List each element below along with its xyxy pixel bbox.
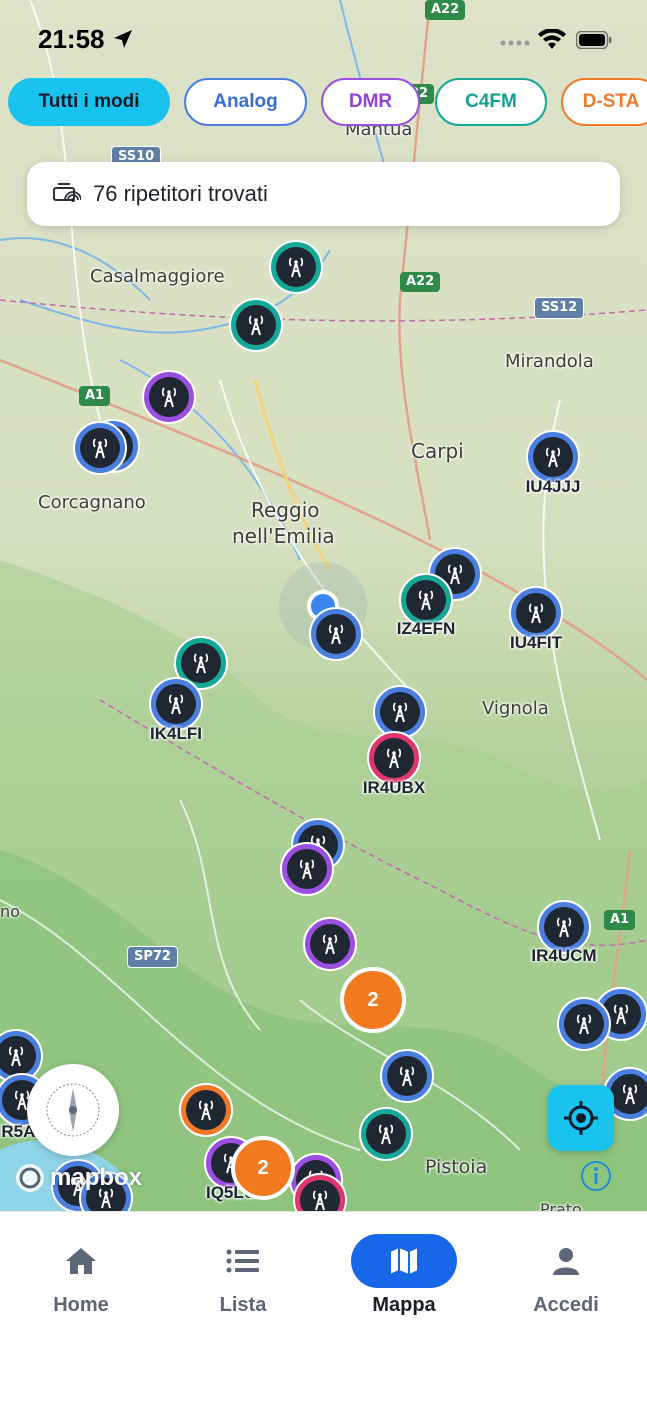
road-shield: A1 [604,910,636,930]
compass-icon[interactable] [27,1064,119,1156]
info-icon[interactable] [580,1160,612,1192]
place-label: nell'Emilia [232,524,335,548]
road-shield: A1 [79,386,111,406]
repeater-cluster[interactable]: 2 [231,1136,295,1200]
mapbox-logo: mapbox [14,1162,142,1194]
locate-me-button[interactable] [548,1085,614,1151]
clock: 21:58 [38,24,105,54]
tab-mappa[interactable]: Mappa [334,1234,474,1317]
mode-filter-bar: Tutti i modi Analog DMR C4FM D-STA [8,78,647,128]
repeater-marker[interactable] [280,842,334,896]
radio-tower-icon [156,684,196,724]
repeater-marker[interactable] [309,607,363,661]
bottom-tab-bar: Home Lista Mappa Accedi [0,1211,647,1401]
radio-tower-icon [610,1074,647,1114]
radio-tower-icon [544,907,584,947]
repeater-label: IR4UBX [362,778,426,797]
place-label: Vignola [482,698,549,719]
road-shield: SP72 [127,946,178,968]
radio-tower-icon [300,1180,340,1211]
results-count-text: 76 ripetitori trovati [93,181,268,206]
tab-home[interactable]: Home [11,1234,151,1317]
repeater-marker[interactable] [179,1083,233,1137]
repeater-marker[interactable] [526,430,580,484]
repeater-marker[interactable] [367,731,421,785]
repeater-marker[interactable] [142,370,196,424]
repeater-label: IU4FIT [510,633,562,652]
tab-label: Lista [219,1294,267,1316]
home-icon [66,1248,96,1274]
filter-all-modes[interactable]: Tutti i modi [8,78,170,126]
radio-tower-icon [149,377,189,417]
repeater-marker[interactable] [73,421,127,475]
repeater-marker[interactable] [509,586,563,640]
radio-tower-icon [516,593,556,633]
radio-tower-icon [316,614,356,654]
tab-label: Home [53,1294,109,1316]
status-bar: 21:58 [0,0,647,80]
place-label: Carpi [411,439,464,463]
road-shield: A22 [400,272,441,292]
radio-tower-icon [181,643,221,683]
place-label: Prato [540,1200,582,1211]
list-icon [226,1249,259,1273]
radio-tower-icon [236,305,276,345]
radio-tower-icon [387,1056,427,1096]
road-shield: SS12 [534,297,585,319]
radio-tower-icon [310,924,350,964]
repeater-label: IZ4EFN [396,619,456,638]
crosshair-icon [564,1101,598,1135]
wifi-icon [538,29,566,49]
filter-dstar[interactable]: D-STA [561,78,647,126]
repeater-marker[interactable] [359,1107,413,1161]
repeater-marker[interactable] [380,1049,434,1103]
map-icon [389,1245,419,1277]
repeater-label: IR4UCM [531,946,597,965]
person-icon [553,1248,579,1275]
cellular-signal-icon [500,40,530,46]
radio-tower-icon [380,692,420,732]
repeater-label: IU4JJJ [525,477,581,496]
battery-icon [576,31,612,49]
place-label: Pistoia [425,1156,488,1178]
radio-tower-icon [287,849,327,889]
radio-tower-icon [186,1090,226,1130]
repeater-marker[interactable] [269,240,323,294]
place-label: no [0,902,20,921]
tab-lista[interactable]: Lista [173,1234,313,1317]
repeater-marker[interactable] [229,298,283,352]
tab-label: Mappa [372,1294,436,1316]
repeater-icon [53,183,81,202]
radio-tower-icon [533,437,573,477]
location-arrow-icon [114,30,132,48]
place-label: Corcagnano [38,492,146,513]
tab-accedi[interactable]: Accedi [496,1234,636,1317]
tab-label: Accedi [533,1294,599,1316]
radio-tower-icon [366,1114,406,1154]
radio-tower-icon [80,428,120,468]
place-label: Reggio [251,498,320,522]
radio-tower-icon [564,1004,604,1044]
repeater-cluster[interactable]: 2 [340,967,406,1033]
place-label: Mirandola [505,351,594,372]
radio-tower-icon [374,738,414,778]
repeater-marker[interactable] [149,677,203,731]
radio-tower-icon [276,247,316,287]
place-label: Casalmaggiore [90,266,225,287]
filter-c4fm[interactable]: C4FM [435,78,547,126]
radio-tower-icon [406,580,446,620]
repeater-marker[interactable] [557,997,611,1051]
filter-analog[interactable]: Analog [184,78,307,126]
results-count-card: 76 ripetitori trovati [27,162,620,226]
repeater-marker[interactable] [303,917,357,971]
filter-dmr[interactable]: DMR [321,78,420,126]
repeater-label: IK4LFI [150,724,202,743]
